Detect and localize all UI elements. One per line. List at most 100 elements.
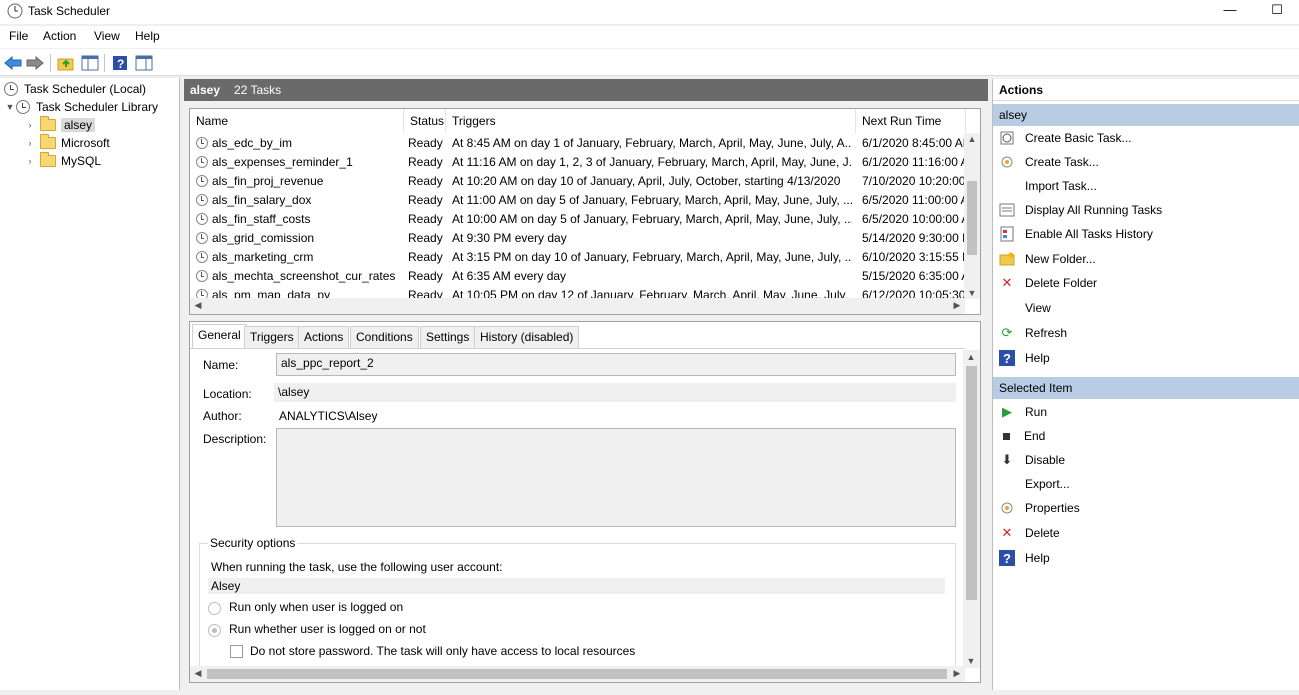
tree-node-folder-mysql[interactable]: › MySQL [24, 152, 101, 170]
menu-file[interactable]: File [9, 29, 28, 43]
refresh-icon: ⟳ [1001, 325, 1013, 340]
task-name: als_fin_proj_revenue [212, 174, 324, 188]
delete-folder-action[interactable]: ✕ Delete Folder [993, 272, 1299, 294]
tree-node-folder-microsoft[interactable]: › Microsoft [24, 134, 110, 152]
view-action[interactable]: View [993, 297, 1299, 319]
center-pane-header: alsey 22 Tasks [184, 79, 988, 101]
task-list-vertical-scrollbar[interactable]: ▲ ▼ [964, 133, 980, 299]
chevron-down-icon[interactable]: ▼ [4, 102, 16, 112]
scroll-thumb[interactable] [207, 669, 947, 679]
run-logged-on-radio[interactable] [208, 602, 221, 615]
task-trigger: At 10:00 AM on day 5 of January, Februar… [452, 212, 852, 226]
scroll-up-icon[interactable]: ▲ [963, 352, 979, 362]
help-action[interactable]: ? Help [993, 347, 1299, 369]
scroll-left-icon[interactable]: ◀ [190, 668, 206, 679]
disable-action[interactable]: ⬇ Disable [993, 449, 1299, 471]
show-hide-action-pane-icon[interactable] [133, 52, 155, 74]
tab-settings[interactable]: Settings [420, 326, 476, 348]
action-label: Delete Folder [1025, 276, 1098, 290]
maximize-button[interactable]: ☐ [1254, 0, 1299, 22]
detail-vertical-scrollbar[interactable]: ▲ ▼ [963, 350, 980, 668]
back-arrow-icon[interactable] [2, 52, 24, 74]
end-action[interactable]: End [993, 425, 1299, 447]
tree-node-root[interactable]: Task Scheduler (Local) [4, 80, 146, 98]
do-not-store-password-checkbox[interactable] [230, 645, 243, 658]
task-name: als_grid_comission [212, 231, 315, 245]
help-action-selected[interactable]: ? Help [993, 547, 1299, 569]
menu-action[interactable]: Action [43, 29, 76, 43]
display-running-tasks-action[interactable]: Display All Running Tasks [993, 199, 1299, 221]
run-whether-logged-on-radio[interactable] [208, 624, 221, 637]
table-row[interactable]: als_edc_by_im Ready At 8:45 AM on day 1 … [190, 134, 965, 153]
column-header-next-run-time[interactable]: Next Run Time [856, 109, 966, 133]
export-action[interactable]: Export... [993, 473, 1299, 495]
title-bar: Task Scheduler — ☐ [0, 0, 1299, 24]
minimize-button[interactable]: — [1207, 0, 1253, 22]
name-field[interactable]: als_ppc_report_2 [276, 353, 956, 376]
tab-actions[interactable]: Actions [298, 326, 350, 348]
scroll-thumb[interactable] [966, 366, 977, 600]
tree-node-label: MySQL [61, 154, 102, 168]
scroll-up-icon[interactable]: ▲ [964, 134, 980, 144]
actions-section-selected-item[interactable]: Selected Item [993, 377, 1299, 399]
refresh-action[interactable]: ⟳ Refresh [993, 322, 1299, 344]
toolbar: ? [0, 49, 1299, 76]
column-header-name[interactable]: Name [190, 109, 404, 133]
table-row[interactable]: als_fin_staff_costs Ready At 10:00 AM on… [190, 210, 965, 229]
menu-view[interactable]: View [94, 29, 120, 43]
scroll-right-icon[interactable]: ▶ [949, 300, 965, 311]
column-header-status[interactable]: Status [404, 109, 446, 133]
tab-triggers[interactable]: Triggers [244, 326, 300, 348]
tab-general[interactable]: General [192, 324, 247, 349]
new-folder-icon [999, 251, 1015, 267]
forward-arrow-icon[interactable] [24, 52, 46, 74]
show-hide-console-tree-icon[interactable] [79, 52, 101, 74]
create-task-action[interactable]: Create Task... [993, 151, 1299, 173]
detail-horizontal-scrollbar[interactable]: ◀ ▶ [190, 666, 965, 682]
actions-section-folder[interactable]: alsey [993, 104, 1299, 126]
chevron-right-icon[interactable]: › [24, 156, 36, 166]
task-list-horizontal-scrollbar[interactable]: ◀ ▶ [190, 298, 965, 314]
tree-node-label: alsey [61, 118, 96, 132]
new-folder-action[interactable]: New Folder... [993, 248, 1299, 270]
history-icon [999, 226, 1015, 242]
actions-pane: Actions alsey Create Basic Task... Creat… [992, 79, 1299, 690]
scroll-down-icon[interactable]: ▼ [963, 656, 979, 666]
tab-divider [190, 348, 965, 349]
table-row[interactable]: als_mechta_screenshot_cur_rates Ready At… [190, 267, 965, 286]
action-label: Run [1025, 405, 1048, 419]
window-title: Task Scheduler [28, 4, 111, 18]
scroll-left-icon[interactable]: ◀ [190, 300, 206, 311]
create-basic-task-action[interactable]: Create Basic Task... [993, 127, 1299, 149]
import-task-action[interactable]: Import Task... [993, 175, 1299, 197]
scroll-down-icon[interactable]: ▼ [964, 288, 980, 298]
tab-history[interactable]: History (disabled) [474, 326, 580, 348]
table-row[interactable]: als_marketing_crm Ready At 3:15 PM on da… [190, 248, 965, 267]
task-name: als_mechta_screenshot_cur_rates [212, 269, 396, 283]
task-count: 22 Tasks [234, 83, 282, 97]
table-row[interactable]: als_fin_salary_dox Ready At 11:00 AM on … [190, 191, 965, 210]
menu-help[interactable]: Help [135, 29, 160, 43]
help-icon[interactable]: ? [109, 52, 131, 74]
table-row[interactable]: als_grid_comission Ready At 9:30 PM ever… [190, 229, 965, 248]
run-action[interactable]: ▶ Run [993, 401, 1299, 423]
location-value: \alsey [274, 383, 956, 402]
tree-node-library[interactable]: ▼ Task Scheduler Library [4, 98, 158, 116]
chevron-right-icon[interactable]: › [24, 138, 36, 148]
location-label: Location: [203, 387, 252, 401]
tab-conditions[interactable]: Conditions [350, 326, 419, 348]
delete-action[interactable]: ✕ Delete [993, 522, 1299, 544]
enable-tasks-history-action[interactable]: Enable All Tasks History [993, 223, 1299, 245]
table-row[interactable]: als_fin_proj_revenue Ready At 10:20 AM o… [190, 172, 965, 191]
create-basic-task-icon [999, 130, 1015, 146]
up-folder-icon[interactable] [55, 52, 77, 74]
scroll-thumb[interactable] [967, 181, 977, 255]
scroll-right-icon[interactable]: ▶ [949, 668, 965, 679]
properties-action[interactable]: Properties [993, 497, 1299, 519]
run-logged-on-label: Run only when user is logged on [229, 600, 404, 614]
description-field[interactable] [276, 428, 956, 527]
table-row[interactable]: als_expenses_reminder_1 Ready At 11:16 A… [190, 153, 965, 172]
chevron-right-icon[interactable]: › [24, 120, 36, 130]
tree-node-folder-alsey[interactable]: › alsey [24, 116, 96, 134]
column-header-triggers[interactable]: Triggers [446, 109, 856, 133]
